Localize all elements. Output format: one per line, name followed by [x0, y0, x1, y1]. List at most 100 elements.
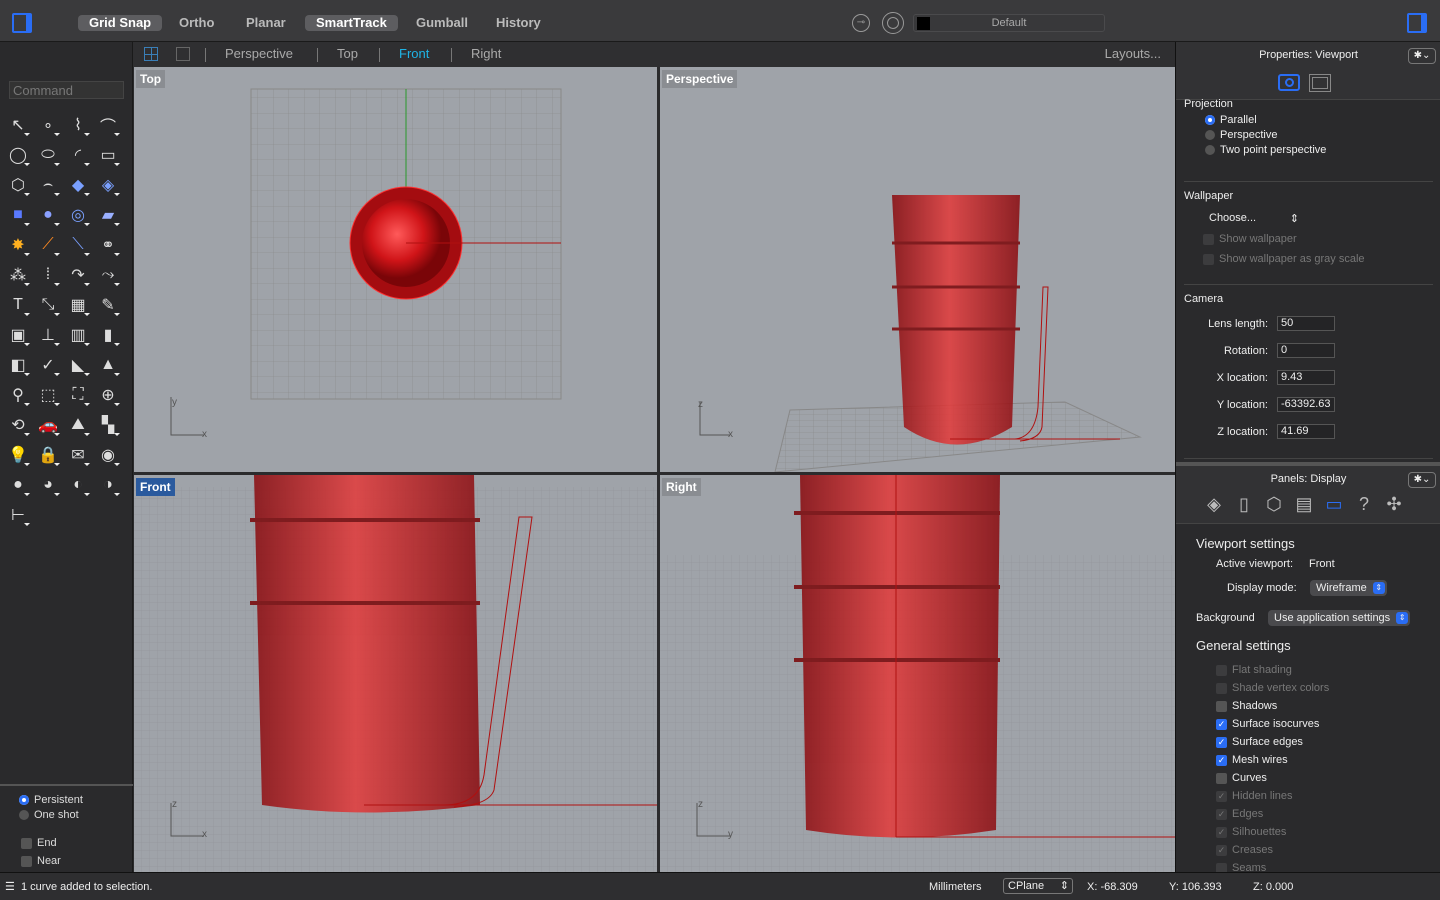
surface-icon[interactable]: ◆: [63, 170, 93, 200]
zoom-selected-icon[interactable]: ⊕: [93, 380, 123, 410]
layer-tools-icon[interactable]: ▚: [93, 410, 123, 440]
camera-field-input[interactable]: 41.69: [1277, 424, 1335, 439]
check-icon[interactable]: ✓: [33, 350, 63, 380]
display-checkbox-flat-shading[interactable]: Flat shading: [1216, 664, 1292, 676]
cplane-select[interactable]: CPlane ⇕: [1003, 878, 1073, 894]
camera-field-input[interactable]: 50: [1277, 316, 1335, 331]
array-icon[interactable]: ⁞: [33, 260, 63, 290]
object-cube-icon[interactable]: ⬡: [1263, 494, 1285, 515]
zoom-icon[interactable]: ⚲: [3, 380, 33, 410]
viewport-frame-icon[interactable]: [1309, 74, 1331, 92]
camera-icon[interactable]: [1278, 74, 1300, 91]
paint-icon[interactable]: ✎: [93, 290, 123, 320]
osnap-end-checkbox[interactable]: End: [21, 837, 57, 849]
render-icon[interactable]: ✉: [63, 440, 93, 470]
blend-icon[interactable]: ⤳: [93, 260, 123, 290]
display-checkbox-silhouettes[interactable]: ✓ Silhouettes: [1216, 826, 1286, 838]
display-monitor-icon[interactable]: ▭: [1323, 494, 1345, 515]
terrain-icon[interactable]: ⛰: [63, 410, 93, 440]
navigation-icon[interactable]: ✣: [1383, 494, 1405, 515]
fillet-icon[interactable]: ◣: [63, 350, 93, 380]
toggle-left-sidebar-icon[interactable]: [12, 13, 32, 33]
zoom-window-icon[interactable]: ⬚: [33, 380, 63, 410]
osnap-target-icon[interactable]: [882, 12, 904, 34]
fillet-curve-icon[interactable]: ⌢: [33, 170, 63, 200]
toggle-planar[interactable]: Planar: [235, 15, 297, 31]
background-select[interactable]: Use application settings ⇕: [1268, 610, 1411, 626]
polygon-icon[interactable]: ⬡: [3, 170, 33, 200]
osnap-near-checkbox[interactable]: Near: [21, 855, 61, 867]
rotate-view-icon[interactable]: ⟲: [3, 410, 33, 440]
torus-icon[interactable]: ◎: [63, 200, 93, 230]
projection-option-0[interactable]: Parallel: [1205, 114, 1257, 126]
transform-icon[interactable]: ⤡: [33, 290, 63, 320]
viewport-perspective[interactable]: zx Perspective: [660, 67, 1175, 472]
viewport-label-top[interactable]: Top: [136, 70, 166, 88]
offset-icon[interactable]: ↷: [63, 260, 93, 290]
layer-selector[interactable]: Default: [913, 14, 1105, 32]
single-viewport-icon[interactable]: [176, 47, 190, 61]
display-checkbox-surface-edges[interactable]: ✓ Surface edges: [1216, 736, 1303, 748]
display-checkbox-shade-vertex-colors[interactable]: Shade vertex colors: [1216, 682, 1329, 694]
help-icon[interactable]: ?: [1353, 494, 1375, 515]
analysis-icon[interactable]: ◧: [3, 350, 33, 380]
viewport-label-front[interactable]: Front: [136, 478, 175, 496]
display-gear-menu[interactable]: ✱⌄: [1408, 472, 1436, 488]
properties-gear-menu[interactable]: ✱⌄: [1408, 48, 1436, 64]
tab-top[interactable]: Top: [337, 46, 358, 61]
tab-front[interactable]: Front: [399, 46, 429, 61]
projection-option-1[interactable]: Perspective: [1205, 129, 1277, 141]
wallpaper-choose-select[interactable]: Choose... ⇕: [1209, 212, 1299, 225]
curve-icon[interactable]: ⌒: [93, 110, 123, 140]
viewport-right[interactable]: zy Right: [660, 475, 1175, 872]
layers-icon[interactable]: ◈: [1203, 494, 1225, 515]
light-icon[interactable]: 💡: [3, 440, 33, 470]
section-icon[interactable]: ▮: [93, 320, 123, 350]
wallpaper-grayscale-checkbox[interactable]: Show wallpaper as gray scale: [1203, 253, 1365, 265]
osnap-mode-1[interactable]: One shot: [19, 809, 79, 821]
trim-icon[interactable]: ⟋: [33, 230, 63, 260]
shade-sphere-icon[interactable]: ●: [3, 470, 33, 500]
display-checkbox-creases[interactable]: ✓ Creases: [1216, 844, 1273, 856]
display-checkbox-hidden-lines[interactable]: ✓ Hidden lines: [1216, 790, 1293, 802]
tab-right[interactable]: Right: [471, 46, 501, 61]
dimension-icon[interactable]: ⊥: [33, 320, 63, 350]
viewport-front[interactable]: zx Front: [134, 475, 657, 872]
toggle-right-sidebar-icon[interactable]: [1407, 13, 1427, 33]
document-icon[interactable]: ▯: [1233, 494, 1255, 515]
display-checkbox-shadows[interactable]: Shadows: [1216, 700, 1277, 712]
toggle-history[interactable]: History: [485, 15, 552, 31]
command-history-icon[interactable]: ☰: [5, 880, 15, 893]
zoom-extents-icon[interactable]: ⛶: [63, 380, 93, 410]
four-viewports-icon[interactable]: [144, 47, 158, 61]
planar-lock-icon[interactable]: ⊸: [852, 14, 870, 32]
group-icon[interactable]: ⁂: [3, 260, 33, 290]
toggle-grid-snap[interactable]: Grid Snap: [78, 15, 163, 31]
render-preview-icon[interactable]: ◑: [93, 470, 123, 500]
mesh-icon[interactable]: ▥: [63, 320, 93, 350]
toggle-gumball[interactable]: Gumball: [405, 15, 479, 31]
display-checkbox-mesh-wires[interactable]: ✓ Mesh wires: [1216, 754, 1288, 766]
projection-option-2[interactable]: Two point perspective: [1205, 144, 1326, 156]
display-checkbox-curves[interactable]: Curves: [1216, 772, 1267, 784]
circle-icon[interactable]: ◯: [3, 140, 33, 170]
box-icon[interactable]: ■: [3, 200, 33, 230]
rectangle-icon[interactable]: ▭: [93, 140, 123, 170]
sphere-icon[interactable]: ●: [33, 200, 63, 230]
solid-tools-icon[interactable]: ▣: [3, 320, 33, 350]
plane-icon[interactable]: ▰: [93, 200, 123, 230]
layouts-button[interactable]: Layouts...: [1105, 46, 1161, 61]
viewport-label-perspective[interactable]: Perspective: [662, 70, 738, 88]
text-icon[interactable]: T: [3, 290, 33, 320]
camera-field-input[interactable]: 9.43: [1277, 370, 1335, 385]
extrude-surface-icon[interactable]: ◈: [93, 170, 123, 200]
ellipse-icon[interactable]: ⬭: [33, 140, 63, 170]
camera-field-input[interactable]: 0: [1277, 343, 1335, 358]
car-icon[interactable]: 🚗: [33, 410, 63, 440]
show-wallpaper-checkbox[interactable]: Show wallpaper: [1203, 233, 1297, 245]
explode-icon[interactable]: ✸: [3, 230, 33, 260]
material-sphere-icon[interactable]: ◕: [33, 470, 63, 500]
color-wheel-icon[interactable]: ◉: [93, 440, 123, 470]
toggle-smarttrack[interactable]: SmartTrack: [305, 15, 398, 31]
point-icon[interactable]: ∘: [33, 110, 63, 140]
